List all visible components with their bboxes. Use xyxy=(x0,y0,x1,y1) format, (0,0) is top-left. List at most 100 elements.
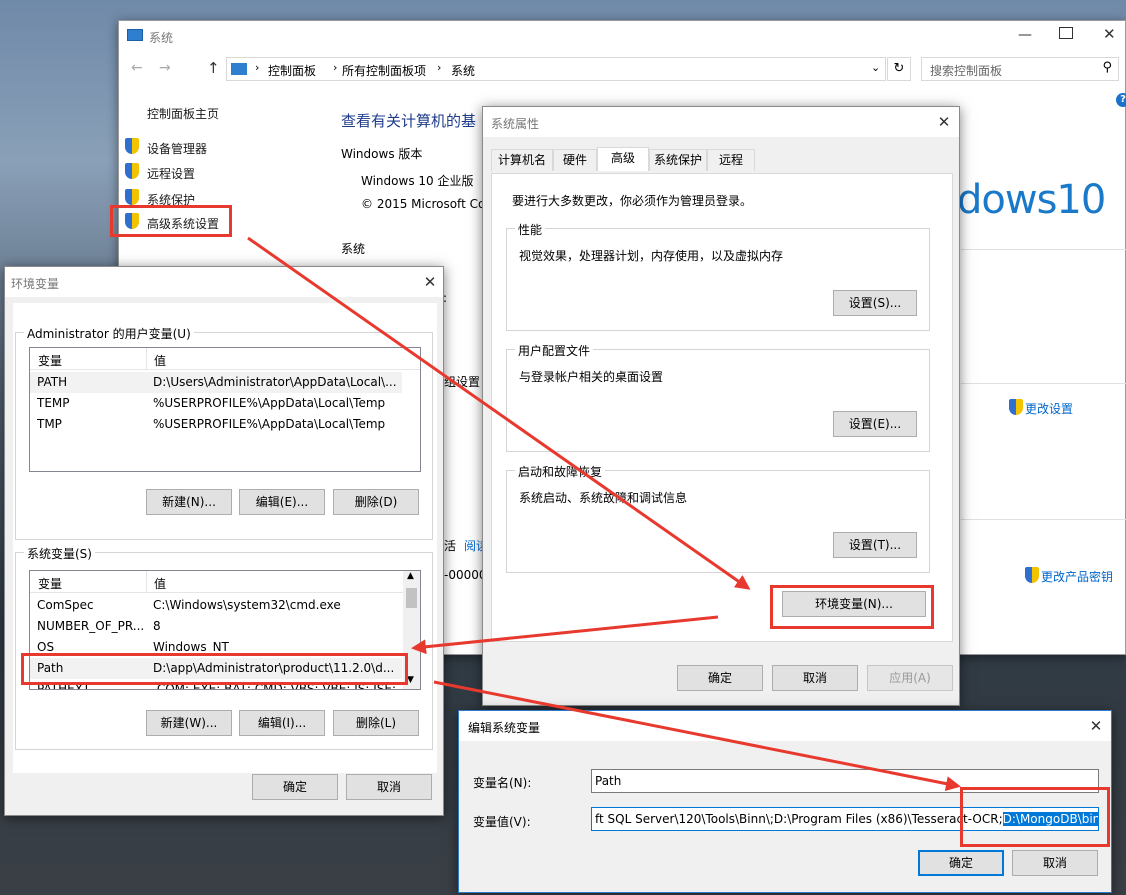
var-name: PATH xyxy=(37,375,68,389)
search-placeholder: 搜索控制面板 xyxy=(930,64,1003,78)
group-desc: 与登录帐户相关的桌面设置 xyxy=(519,370,664,384)
sysprops-title: 系统属性 xyxy=(491,117,540,131)
tab-advanced[interactable]: 高级 xyxy=(597,147,649,171)
highlight-advanced-settings xyxy=(110,205,232,237)
var-value: %USERPROFILE%\AppData\Local\Temp xyxy=(153,417,386,431)
var-value: D:\Users\Administrator\AppData\Local\... xyxy=(153,375,397,389)
profile-settings-button[interactable]: 设置(E)... xyxy=(833,411,917,437)
user-edit-button[interactable]: 编辑(E)... xyxy=(239,489,325,515)
chevron-down-icon[interactable]: ⌄ xyxy=(871,61,880,74)
envvars-ok-button[interactable]: 确定 xyxy=(252,774,338,800)
var-name: ComSpec xyxy=(37,598,94,612)
var-value: %USERPROFILE%\AppData\Local\Temp xyxy=(153,396,386,410)
breadcrumb-sep-icon: › xyxy=(437,61,442,74)
column-header-val[interactable]: 值 xyxy=(154,352,166,369)
sys-edit-button[interactable]: 编辑(I)... xyxy=(239,710,325,736)
table-row[interactable]: NUMBER_OF_PR... 8 xyxy=(30,616,402,637)
envvars-titlebar: 环境变量 ✕ xyxy=(5,267,443,297)
address-bar[interactable]: › 控制面板 › 所有控制面板项 › 系统 ⌄ xyxy=(226,57,886,81)
tab-computer-name[interactable]: 计算机名 xyxy=(491,149,553,171)
close-icon[interactable]: ✕ xyxy=(1087,717,1105,735)
shield-icon xyxy=(1009,399,1023,415)
sys-delete-button[interactable]: 删除(L) xyxy=(333,710,419,736)
close-button[interactable]: ✕ xyxy=(1103,25,1116,43)
breadcrumb-item[interactable]: 控制面板 xyxy=(268,62,316,79)
highlight-path-row xyxy=(21,653,408,685)
change-settings-label: 更改设置 xyxy=(1025,402,1074,416)
sysprops-ok-button[interactable]: 确定 xyxy=(677,665,763,691)
edition-text: Windows 10 企业版 xyxy=(361,174,474,188)
frag-settings: 组设置 xyxy=(444,375,481,389)
breadcrumb-item[interactable]: 系统 xyxy=(451,62,475,79)
scroll-up-icon[interactable]: ▲ xyxy=(407,571,414,581)
search-input[interactable]: 搜索控制面板 ⚲ xyxy=(921,57,1119,81)
sysprops-titlebar: 系统属性 ✕ xyxy=(483,107,959,137)
admin-note: 要进行大多数更改，你必须作为管理员登录。 xyxy=(512,194,753,208)
startup-settings-button[interactable]: 设置(T)... xyxy=(833,532,917,558)
refresh-button[interactable]: ↻ xyxy=(887,57,911,81)
editvar-title: 编辑系统变量 xyxy=(468,721,541,735)
close-icon[interactable]: ✕ xyxy=(935,113,953,131)
table-row[interactable]: PATH D:\Users\Administrator\AppData\Loca… xyxy=(30,372,402,393)
group-desc: 视觉效果，处理器计划，内存使用，以及虚拟内存 xyxy=(519,249,784,263)
column-divider[interactable] xyxy=(146,571,147,593)
editvar-ok-button[interactable]: 确定 xyxy=(918,850,1004,876)
nav-home-link[interactable]: 控制面板主页 xyxy=(147,105,219,122)
table-row[interactable]: ComSpec C:\Windows\system32\cmd.exe xyxy=(30,595,402,616)
tab-hardware[interactable]: 硬件 xyxy=(553,149,597,171)
var-name: OS xyxy=(37,640,55,654)
close-icon[interactable]: ✕ xyxy=(421,273,439,291)
search-icon: ⚲ xyxy=(1102,60,1112,75)
help-icon[interactable]: ? xyxy=(1116,93,1126,107)
forward-icon[interactable]: → xyxy=(159,60,171,76)
group-label: 性能 xyxy=(515,221,546,238)
envvars-cancel-button[interactable]: 取消 xyxy=(346,774,432,800)
var-name: NUMBER_OF_PR... xyxy=(37,619,145,633)
table-row[interactable]: TEMP %USERPROFILE%\AppData\Local\Temp xyxy=(30,393,402,414)
tab-panel: 要进行大多数更改，你必须作为管理员登录。 性能 视觉效果，处理器计划，内存使用，… xyxy=(491,173,953,642)
tab-remote[interactable]: 远程 xyxy=(707,149,755,171)
tab-system-protection[interactable]: 系统保护 xyxy=(649,149,707,171)
shield-icon xyxy=(125,189,139,205)
scroll-down-icon[interactable]: ▼ xyxy=(407,675,414,685)
copyright-text: © 2015 Microsoft Co xyxy=(361,197,486,211)
var-name-label: 变量名(N): xyxy=(473,776,532,790)
frag-product: -00000 xyxy=(444,568,487,582)
breadcrumb-item[interactable]: 所有控制面板项 xyxy=(342,62,426,79)
column-header-var[interactable]: 变量 xyxy=(38,352,62,369)
group-label: 系统变量(S) xyxy=(24,545,95,562)
nav-item-remote[interactable]: 远程设置 xyxy=(125,163,305,183)
nav-item-device-manager[interactable]: 设备管理器 xyxy=(125,138,305,158)
nav-item-label: 设备管理器 xyxy=(147,142,208,156)
var-name: TMP xyxy=(37,417,62,431)
editvar-cancel-button[interactable]: 取消 xyxy=(1012,850,1098,876)
list-header: 变量 值 xyxy=(30,571,420,593)
column-divider[interactable] xyxy=(146,348,147,370)
sys-new-button[interactable]: 新建(W)... xyxy=(146,710,232,736)
user-delete-button[interactable]: 删除(D) xyxy=(333,489,419,515)
table-row[interactable]: TMP %USERPROFILE%\AppData\Local\Temp xyxy=(30,414,402,435)
up-icon[interactable]: ↑ xyxy=(207,59,220,77)
user-new-button[interactable]: 新建(N)... xyxy=(146,489,232,515)
back-icon[interactable]: ← xyxy=(131,60,143,76)
page-heading: 查看有关计算机的基 xyxy=(341,112,477,130)
breadcrumb-sep-icon: › xyxy=(255,61,260,74)
sysprops-apply-button[interactable]: 应用(A) xyxy=(867,665,953,691)
var-value: C:\Windows\system32\cmd.exe xyxy=(153,598,341,612)
column-header-var[interactable]: 变量 xyxy=(38,575,62,592)
system-titlebar: 系统 — ✕ xyxy=(119,21,1125,51)
editvar-titlebar: 编辑系统变量 ✕ xyxy=(459,711,1111,741)
windows10-logo: dows10 xyxy=(957,177,1106,223)
column-header-val[interactable]: 值 xyxy=(154,575,166,592)
window-title: 系统 xyxy=(149,31,174,45)
maximize-button[interactable] xyxy=(1059,27,1073,39)
minimize-button[interactable]: — xyxy=(1018,27,1034,43)
sysprops-cancel-button[interactable]: 取消 xyxy=(772,665,858,691)
performance-settings-button[interactable]: 设置(S)... xyxy=(833,290,917,316)
scroll-thumb[interactable] xyxy=(406,588,417,608)
divider xyxy=(961,519,1126,520)
user-vars-list[interactable]: 变量 值 PATH D:\Users\Administrator\AppData… xyxy=(29,347,421,472)
computer-icon xyxy=(127,29,143,41)
divider xyxy=(961,249,1126,250)
user-profile-group: 用户配置文件 与登录帐户相关的桌面设置 设置(E)... xyxy=(506,342,930,452)
